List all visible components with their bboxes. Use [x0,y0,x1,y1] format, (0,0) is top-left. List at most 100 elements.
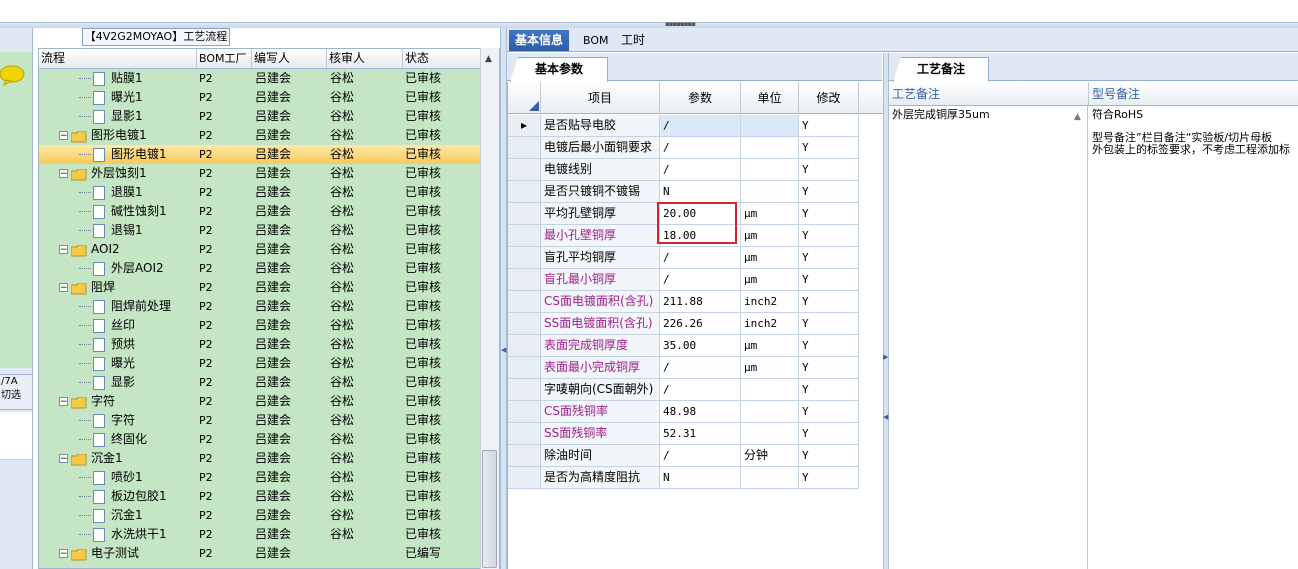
tree-step-row[interactable]: 退膜1 P2 吕建会 谷松 已审核 [39,183,480,202]
param-row[interactable]: SS面电镀面积(含孔) 226.26 inch2 Y [508,313,883,335]
param-unit-cell[interactable]: μm [741,357,799,379]
tree-step-row[interactable]: 贴膜1 P2 吕建会 谷松 已审核 [39,69,480,88]
tree-step-row[interactable]: 曝光1 P2 吕建会 谷松 已审核 [39,88,480,107]
model-remarks-cell[interactable]: 符合RoHS 型号备注”栏目备注“实验板/切片母板 外包装上的标签要求，不考虑工… [1089,106,1298,569]
row-indicator[interactable] [508,445,541,467]
collapse-toggle-icon[interactable]: − [59,169,68,179]
row-indicator[interactable] [508,247,541,269]
col-header-item[interactable]: 项目 [541,82,660,114]
param-modify-cell[interactable]: Y [799,291,859,313]
tree-node[interactable]: 图形电镀1 [79,145,167,164]
tree-step-row[interactable]: 阻焊前处理 P2 吕建会 谷松 已审核 [39,297,480,316]
collapse-toggle-icon[interactable]: − [59,397,68,407]
tree-node[interactable]: 阻焊前处理 [79,297,171,316]
tree-node[interactable]: 丝印 [79,316,135,335]
param-value-cell[interactable]: N [660,467,741,489]
row-indicator[interactable] [508,357,541,379]
param-value-cell[interactable]: 226.26 [660,313,741,335]
row-indicator[interactable] [508,225,541,247]
tree-step-row[interactable]: 丝印 P2 吕建会 谷松 已审核 [39,316,480,335]
param-unit-cell[interactable] [741,379,799,401]
tree-node[interactable]: 显影 [79,373,135,392]
tree-folder-row[interactable]: − 电子测试 P2 吕建会 已编写 [39,544,480,563]
tree-step-row[interactable]: 显影 P2 吕建会 谷松 已审核 [39,373,480,392]
tree-step-row[interactable]: 外层AOI2 P2 吕建会 谷松 已审核 [39,259,480,278]
tab-labor-hours[interactable]: 工时 [615,30,651,51]
tree-node[interactable]: 贴膜1 [79,69,143,88]
tree-step-row[interactable]: 图形电镀1 P2 吕建会 谷松 已审核 [39,145,480,164]
chat-bubble-icon[interactable] [0,64,26,87]
param-value-cell[interactable]: 211.88 [660,291,741,313]
current-row-arrow-icon[interactable]: ▸ [508,115,541,137]
param-value-cell[interactable]: / [660,445,741,467]
row-indicator[interactable] [508,335,541,357]
param-value-cell[interactable]: / [660,159,741,181]
row-indicator[interactable] [508,269,541,291]
tree-node[interactable]: 水洗烘干1 [79,525,167,544]
tree-node[interactable]: 终固化 [79,430,147,449]
param-unit-cell[interactable] [741,159,799,181]
row-indicator[interactable] [508,159,541,181]
tree-folder-row[interactable]: − 阻焊 P2 吕建会 谷松 已审核 [39,278,480,297]
param-modify-cell[interactable]: Y [799,137,859,159]
process-remarks-cell[interactable]: 外层完成铜厚35um [889,106,1088,569]
param-row[interactable]: 电镀线别 / Y [508,159,883,181]
collapse-toggle-icon[interactable]: − [59,283,68,293]
tree-scroll-thumb[interactable] [482,450,497,568]
tab-basic-info[interactable]: 基本信息 [509,30,570,51]
col-header-unit[interactable]: 单位 [741,82,799,114]
tree-step-row[interactable]: 退锡1 P2 吕建会 谷松 已审核 [39,221,480,240]
tree-node[interactable]: 曝光1 [79,88,143,107]
tree-folder-row[interactable]: − 图形电镀1 P2 吕建会 谷松 已审核 [39,126,480,145]
param-row[interactable]: SS面残铜率 52.31 Y [508,423,883,445]
row-indicator[interactable] [508,291,541,313]
param-row[interactable]: 表面最小完成铜厚 / μm Y [508,357,883,379]
col-header-value[interactable]: 参数 [660,82,741,114]
param-row[interactable]: 字唛朝向(CS面朝外) / Y [508,379,883,401]
tree-step-row[interactable]: 碱性蚀刻1 P2 吕建会 谷松 已审核 [39,202,480,221]
tree-node[interactable]: − 沉金1 [59,449,123,468]
param-row[interactable]: ▸ 是否贴导电胶 / Y [508,115,883,137]
param-row[interactable]: 电镀后最小面铜要求 / Y [508,137,883,159]
param-unit-cell[interactable] [741,423,799,445]
param-value-cell[interactable]: / [660,269,741,291]
param-row[interactable]: CS面电镀面积(含孔) 211.88 inch2 Y [508,291,883,313]
tree-node[interactable]: 沉金1 [79,506,143,525]
collapse-toggle-icon[interactable]: − [59,454,68,464]
row-indicator[interactable] [508,379,541,401]
param-value-cell[interactable]: / [660,357,741,379]
param-unit-cell[interactable]: 分钟 [741,445,799,467]
param-value-cell[interactable]: 35.00 [660,335,741,357]
collapse-left-arrow-icon[interactable]: ◀ [501,346,506,354]
col-header-writer[interactable]: 编写人 [252,49,327,68]
param-unit-cell[interactable]: μm [741,225,799,247]
param-row[interactable]: 是否为高精度阻抗 N Y [508,467,883,489]
tree-node[interactable]: − 外层蚀刻1 [59,164,147,183]
param-modify-cell[interactable]: Y [799,203,859,225]
tree-node[interactable]: − 阻焊 [59,278,115,297]
tree-step-row[interactable]: 显影1 P2 吕建会 谷松 已审核 [39,107,480,126]
collapse-left-arrow-icon[interactable]: ◀ [883,413,888,421]
row-indicator[interactable] [508,203,541,225]
subtab-basic-params[interactable]: 基本参数 [510,57,608,82]
tree-step-row[interactable]: 终固化 P2 吕建会 谷松 已审核 [39,430,480,449]
param-modify-cell[interactable]: Y [799,335,859,357]
param-unit-cell[interactable]: μm [741,269,799,291]
param-modify-cell[interactable]: Y [799,225,859,247]
param-unit-cell[interactable] [741,181,799,203]
param-unit-cell[interactable] [741,115,799,137]
vertical-splitter[interactable]: ◀ [500,28,507,569]
param-modify-cell[interactable]: Y [799,401,859,423]
collapse-toggle-icon[interactable]: − [59,549,68,559]
col-header-modify[interactable]: 修改 [799,82,859,114]
row-indicator[interactable] [508,181,541,203]
col-header-bom[interactable]: BOM工厂 [197,49,252,68]
tree-node[interactable]: 退锡1 [79,221,143,240]
param-unit-cell[interactable]: inch2 [741,313,799,335]
param-modify-cell[interactable]: Y [799,159,859,181]
left-panel-label[interactable]: /7A 切选 [0,374,32,410]
param-unit-cell[interactable]: μm [741,203,799,225]
param-row[interactable]: 表面完成铜厚度 35.00 μm Y [508,335,883,357]
param-modify-cell[interactable]: Y [799,247,859,269]
tree-node[interactable]: 预烘 [79,335,135,354]
